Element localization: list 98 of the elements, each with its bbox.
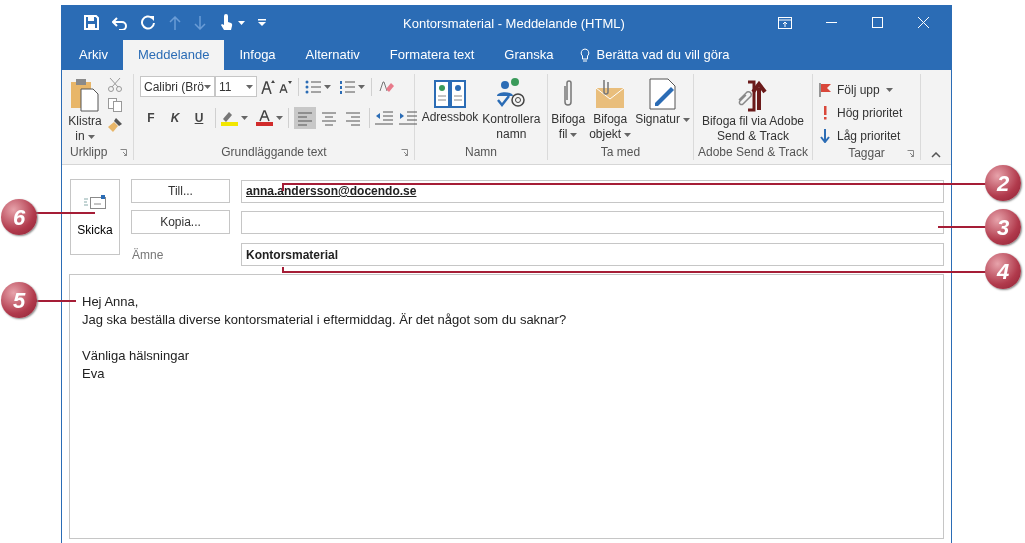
cc-button[interactable]: Kopia... [131,210,230,234]
clipboard-icon [70,78,100,112]
button-label: Kontrollera [482,112,541,127]
body-text-line: Vänliga hälsningar [82,347,190,365]
envelope-icon [84,195,106,209]
close-icon [917,17,929,28]
ribbon-tab[interactable]: Arkiv [62,40,123,70]
ribbon-tab[interactable]: Alternativ [290,40,375,70]
clear-formatting-icon[interactable] [378,79,394,94]
button-label: fil [558,127,568,142]
caret-icon [358,84,365,89]
tell-me-field[interactable]: Berätta vad du vill göra [596,45,730,65]
caret-icon [246,84,253,89]
window-title: Kontorsmaterial - Meddelande (HTML) [403,15,625,33]
body-text-line: Jag ska beställa diverse kontorsmaterial i eftermiddag. Är det något som du saknar? [82,311,568,329]
font-color-icon[interactable] [256,110,273,126]
check-names-button[interactable]: Kontrollera namn [482,76,541,140]
to-field[interactable]: anna.andersson@docendo.se [241,179,944,203]
dialog-launcher-icon[interactable] [401,149,408,156]
attach-file-button[interactable]: Bifoga fil [551,76,586,140]
collapse-ribbon-icon[interactable] [931,152,941,158]
hand-icon[interactable] [219,14,233,31]
button-label: Adressbok [421,110,479,125]
align-icon [297,110,313,126]
callout-number: 3 [985,209,1021,245]
lightbulb-icon [580,47,591,63]
address-book-button[interactable]: Adressbok [421,76,479,140]
ribbon-tab[interactable]: Meddelande [122,40,225,70]
message-body-field[interactable]: Hej Anna, Jag ska beställa diverse kontorsmaterial i eftermiddag. Är det något som du saknar? Vänliga hälsningar Eva [69,274,944,539]
font-name-dropdown[interactable]: Calibri (Brö [140,76,215,97]
signature-button[interactable]: Signatur [635,76,690,140]
button-label: Bifoga [593,112,628,127]
format-painter-icon[interactable] [108,118,122,132]
button-label: Signatur [635,112,680,127]
tag-button[interactable]: Följ upp [819,80,903,99]
attach-item-button[interactable]: Bifoga objekt [589,76,632,140]
dialog-launcher-icon[interactable] [907,150,914,157]
ribbon-tab[interactable]: Granska [489,40,569,70]
group-label: Urklipp [70,144,108,161]
button-label: namn [496,127,527,142]
people-check-icon [495,78,528,110]
caret-icon [241,116,248,120]
cc-field[interactable] [241,210,944,234]
button-label: Bifoga [551,112,586,127]
body-text-line: Hej Anna, [82,293,140,311]
button-label: Bifoga fil via Adobe [701,114,805,129]
format-button[interactable]: F [140,107,162,129]
paste-button[interactable]: Klistra in [68,76,102,140]
customize-icon[interactable] [258,19,266,26]
ribbon-tab[interactable]: Infoga [224,40,291,70]
copy-icon[interactable] [108,98,122,112]
address-book-icon [433,78,466,108]
minimize-icon [825,22,837,23]
group-label: Namn [465,144,497,161]
body-text-line: Eva [82,365,106,383]
group-label: Grundläggande text [221,144,327,161]
tag-button[interactable]: Låg prioritet [819,126,903,145]
font-size-dropdown[interactable]: 11 [215,76,257,97]
undo-icon[interactable] [112,15,128,30]
increase-indent-icon[interactable] [399,111,417,125]
format-button[interactable]: U [188,107,210,129]
caret-icon [238,20,245,25]
ribbon-tab[interactable]: Formatera text [374,40,490,70]
save-icon[interactable] [84,15,99,30]
callout-number: 4 [985,253,1021,289]
highlighter-icon[interactable] [221,110,238,126]
maximize-icon [871,17,883,28]
subject-label: Ämne [131,246,165,264]
decrease-indent-icon[interactable] [375,111,393,125]
dialog-launcher-icon[interactable] [120,149,127,156]
signature-icon [648,78,677,110]
subject-field[interactable]: Kontorsmaterial [241,243,944,266]
grow-font-icon[interactable] [261,79,275,94]
callout-number: 6 [1,199,37,235]
envelope-clip-icon [595,78,626,110]
button-label: Klistra [68,114,102,129]
group-label: Adobe Send & Track [697,144,809,161]
send-button[interactable]: Skicka [70,179,120,255]
numbered-list-icon[interactable] [339,79,355,94]
flag-icon [819,82,831,97]
button-label: objekt [589,127,622,142]
redo-icon[interactable] [141,15,156,30]
callout-number: 5 [1,282,37,318]
group-label: Ta med [600,144,641,161]
ribbon-display-icon [778,16,792,29]
shrink-font-icon[interactable] [279,80,292,93]
caret-icon [324,84,331,89]
group-label: Taggar [848,145,885,162]
callout-number: 2 [985,165,1021,201]
caret-icon [276,116,283,120]
bullet-list-icon[interactable] [305,79,321,94]
align-icon [345,110,361,126]
caret-icon [204,84,211,89]
to-button[interactable]: Till... [131,179,230,203]
align-icon [321,110,337,126]
format-button[interactable]: K [164,107,186,129]
down-arrow-icon [819,128,831,143]
tag-button[interactable]: Hög prioritet [819,103,903,122]
